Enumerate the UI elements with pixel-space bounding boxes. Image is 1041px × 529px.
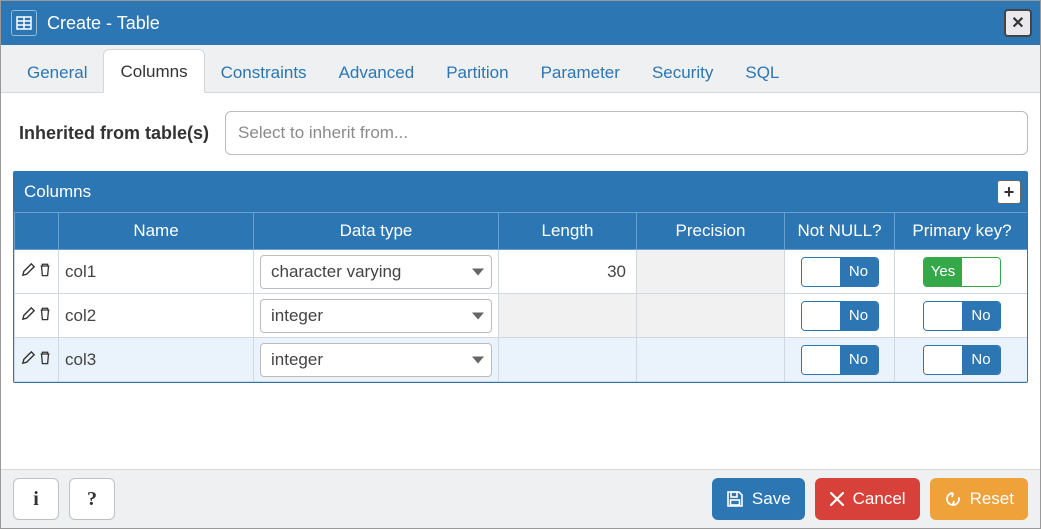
data-type-cell: character varying xyxy=(254,250,499,294)
tabs-bar: GeneralColumnsConstraintsAdvancedPartiti… xyxy=(1,45,1040,93)
length-cell[interactable]: 30 xyxy=(499,250,637,294)
not-null-cell xyxy=(785,250,895,294)
add-column-button[interactable]: + xyxy=(997,180,1021,204)
delete-icon[interactable] xyxy=(38,350,52,365)
data-type-cell: integer xyxy=(254,338,499,382)
primary-key-cell xyxy=(895,250,1029,294)
not-null-cell xyxy=(785,338,895,382)
columns-box: Columns + Name Data type xyxy=(13,171,1028,383)
save-button[interactable]: Save xyxy=(712,478,805,520)
th-precision: Precision xyxy=(637,213,785,250)
content-area: Inherited from table(s) Columns + xyxy=(1,93,1040,469)
primary-key-toggle[interactable] xyxy=(923,345,1001,375)
help-button[interactable]: ? xyxy=(69,478,115,520)
delete-icon[interactable] xyxy=(38,306,52,321)
table-row[interactable]: col2integer xyxy=(15,294,1029,338)
primary-key-cell xyxy=(895,338,1029,382)
tab-general[interactable]: General xyxy=(11,51,103,93)
create-table-dialog: Create - Table ✕ GeneralColumnsConstrain… xyxy=(0,0,1041,529)
table-row[interactable]: col1character varying30 xyxy=(15,250,1029,294)
precision-cell[interactable] xyxy=(637,294,785,338)
th-not-null: Not NULL? xyxy=(785,213,895,250)
tab-security[interactable]: Security xyxy=(636,51,729,93)
inherit-label: Inherited from table(s) xyxy=(13,123,209,144)
precision-cell[interactable] xyxy=(637,250,785,294)
th-length: Length xyxy=(499,213,637,250)
primary-key-toggle[interactable] xyxy=(923,257,1001,287)
not-null-toggle[interactable] xyxy=(801,301,879,331)
tab-parameter[interactable]: Parameter xyxy=(525,51,636,93)
tab-columns[interactable]: Columns xyxy=(103,49,204,93)
column-name-cell[interactable]: col2 xyxy=(59,294,254,338)
column-name-cell[interactable]: col3 xyxy=(59,338,254,382)
th-primary-key: Primary key? xyxy=(895,213,1029,250)
columns-title-text: Columns xyxy=(24,182,91,202)
save-label: Save xyxy=(752,489,791,509)
info-button[interactable]: i xyxy=(13,478,59,520)
save-icon xyxy=(726,490,744,508)
table-row[interactable]: col3integer xyxy=(15,338,1029,382)
data-type-select[interactable]: integer xyxy=(260,299,492,333)
not-null-toggle[interactable] xyxy=(801,257,879,287)
th-actions xyxy=(15,213,59,250)
th-name: Name xyxy=(59,213,254,250)
primary-key-cell xyxy=(895,294,1029,338)
data-type-select[interactable]: character varying xyxy=(260,255,492,289)
inherit-input[interactable] xyxy=(225,111,1028,155)
footer: i ? Save Cancel Reset xyxy=(1,469,1040,528)
columns-section-header: Columns + xyxy=(14,172,1027,212)
close-button[interactable]: ✕ xyxy=(1004,9,1032,37)
inherit-row: Inherited from table(s) xyxy=(13,111,1028,155)
edit-icon[interactable] xyxy=(21,350,36,365)
cancel-button[interactable]: Cancel xyxy=(815,478,920,520)
cancel-icon xyxy=(829,491,845,507)
tab-constraints[interactable]: Constraints xyxy=(205,51,323,93)
edit-icon[interactable] xyxy=(21,306,36,321)
precision-cell[interactable] xyxy=(637,338,785,382)
data-type-cell: integer xyxy=(254,294,499,338)
tab-advanced[interactable]: Advanced xyxy=(323,51,431,93)
tab-partition[interactable]: Partition xyxy=(430,51,524,93)
reset-button[interactable]: Reset xyxy=(930,478,1028,520)
reset-icon xyxy=(944,490,962,508)
titlebar: Create - Table ✕ xyxy=(1,1,1040,45)
th-data-type: Data type xyxy=(254,213,499,250)
column-name-cell[interactable]: col1 xyxy=(59,250,254,294)
dialog-title: Create - Table xyxy=(47,13,994,34)
tab-sql[interactable]: SQL xyxy=(729,51,795,93)
columns-tbody: col1character varying30col2integercol3in… xyxy=(15,250,1029,382)
primary-key-toggle[interactable] xyxy=(923,301,1001,331)
table-icon xyxy=(11,10,37,36)
not-null-cell xyxy=(785,294,895,338)
data-type-select[interactable]: integer xyxy=(260,343,492,377)
edit-icon[interactable] xyxy=(21,262,36,277)
not-null-toggle[interactable] xyxy=(801,345,879,375)
length-cell[interactable] xyxy=(499,338,637,382)
columns-table: Name Data type Length Precision Not NULL… xyxy=(14,212,1028,382)
delete-icon[interactable] xyxy=(38,262,52,277)
length-cell[interactable] xyxy=(499,294,637,338)
cancel-label: Cancel xyxy=(853,489,906,509)
reset-label: Reset xyxy=(970,489,1014,509)
